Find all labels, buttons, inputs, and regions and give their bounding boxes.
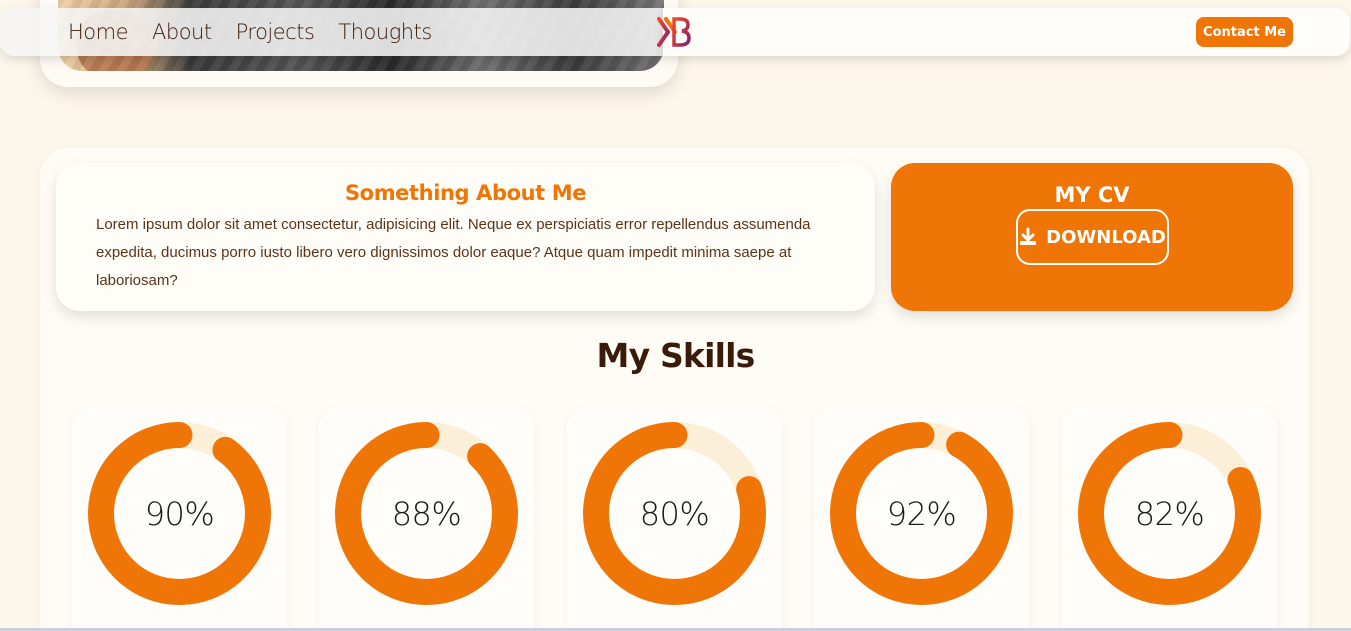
nav-link-projects[interactable]: Projects — [236, 20, 315, 44]
skill-card: 90% — [72, 406, 287, 631]
download-icon — [1020, 227, 1037, 245]
download-label: DOWNLOAD — [1046, 226, 1166, 248]
skill-card: 80% — [567, 406, 782, 631]
page: Home About Projects Thoughts Contact Me … — [0, 0, 1351, 631]
about-text: Lorem ipsum dolor sit amet consectetur, … — [96, 216, 811, 289]
cv-card: MY CV DOWNLOAD — [891, 163, 1293, 311]
cv-title: MY CV — [1054, 183, 1130, 207]
about-title: Something About Me — [344, 181, 587, 205]
skill-card: 88% — [319, 406, 534, 631]
nav-link-home[interactable]: Home — [68, 20, 129, 44]
nav-links: Home About Projects Thoughts — [68, 8, 432, 56]
nav-link-about[interactable]: About — [152, 20, 212, 44]
navbar: Home About Projects Thoughts Contact Me — [0, 8, 1351, 56]
skill-percent: 82% — [1134, 494, 1205, 533]
contact-button[interactable]: Contact Me — [1196, 17, 1293, 47]
skill-percent: 90% — [144, 494, 215, 533]
skill-percent: 92% — [886, 494, 957, 533]
nav-link-thoughts[interactable]: Thoughts — [338, 20, 432, 44]
skills-heading: My Skills — [596, 336, 756, 375]
about-card: Something About Me Lorem ipsum dolor sit… — [56, 163, 875, 311]
download-button[interactable]: DOWNLOAD — [1015, 209, 1169, 265]
skill-card: 82% — [1062, 406, 1277, 631]
site-logo[interactable] — [656, 15, 692, 49]
skill-card: 92% — [814, 406, 1029, 631]
skill-percent: 88% — [391, 494, 462, 533]
skill-percent: 80% — [639, 494, 710, 533]
skills-row: 90% 88% 80% 92% 82% — [72, 406, 1278, 631]
